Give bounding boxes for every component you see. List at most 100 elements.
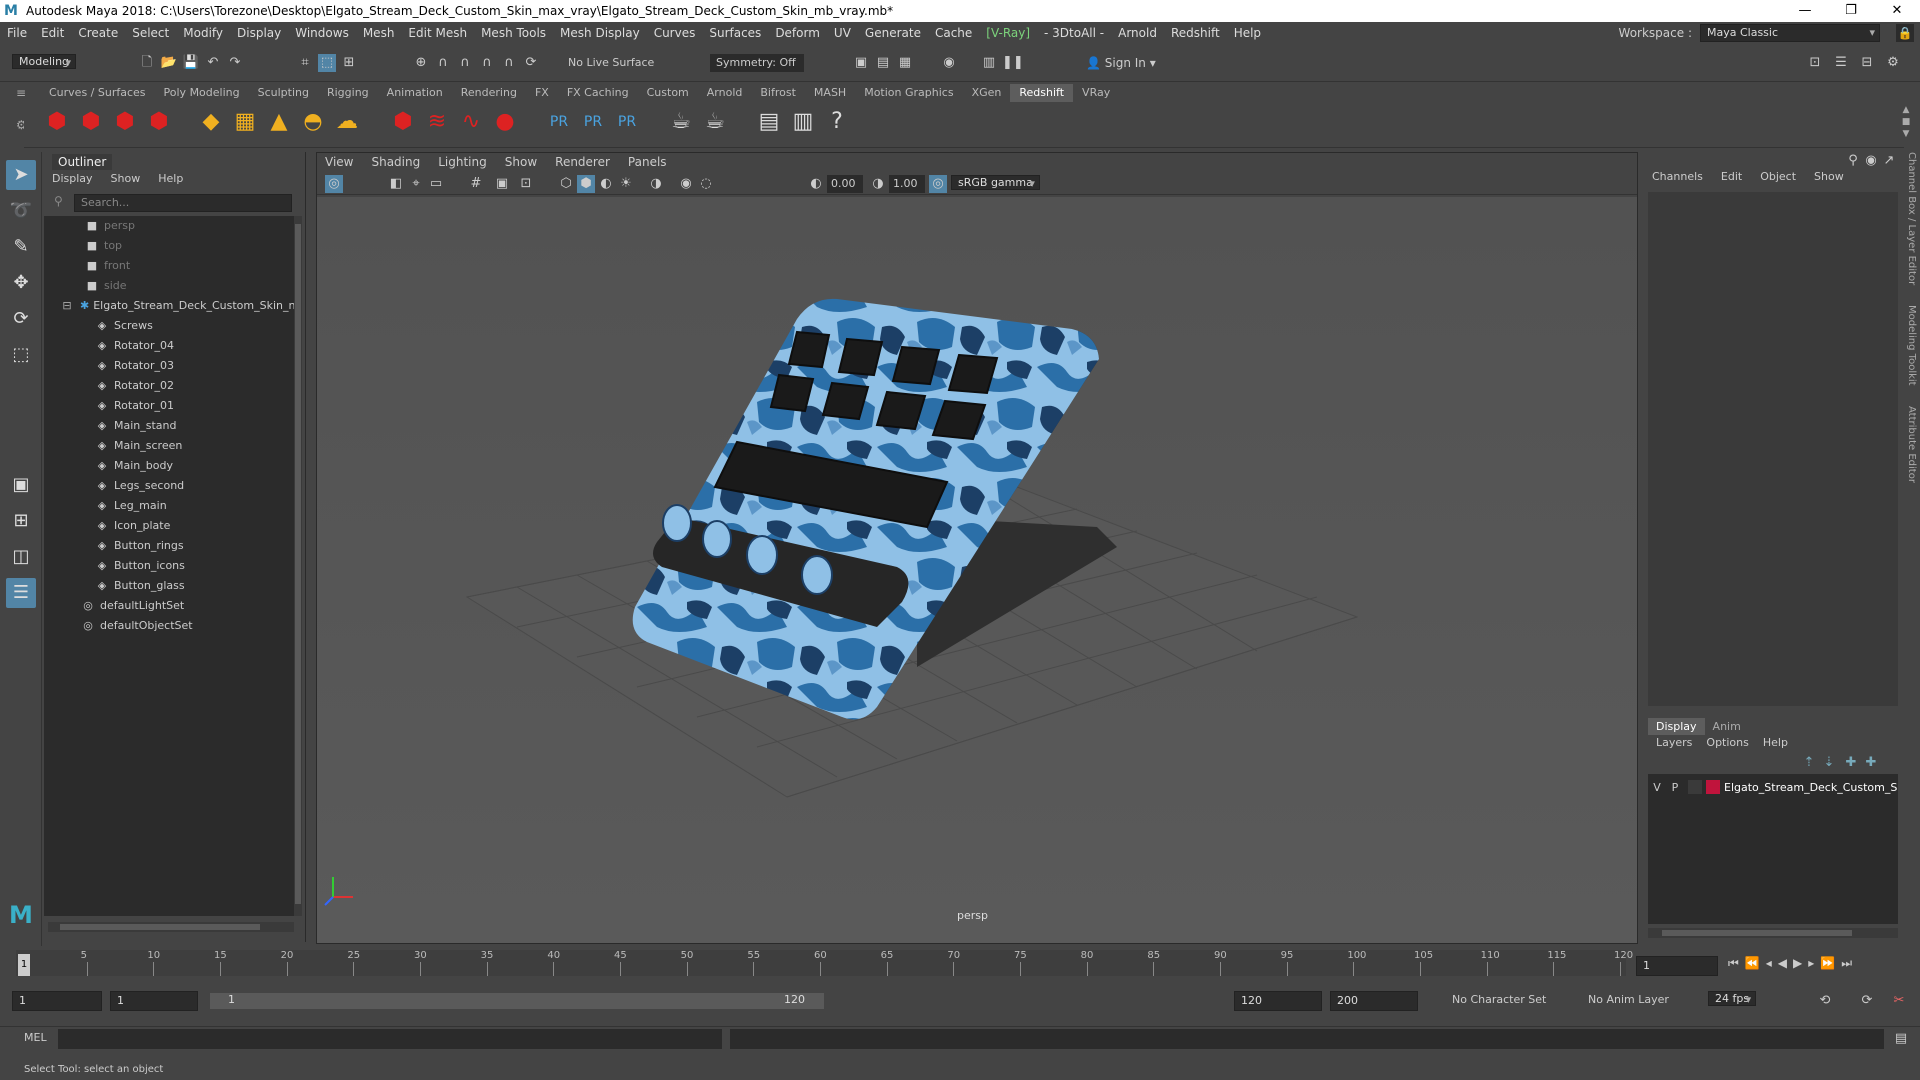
film-gate-icon[interactable]: ▣	[493, 175, 511, 193]
snap-point-icon[interactable]: ∩	[456, 54, 474, 72]
mel-input[interactable]	[58, 1029, 722, 1049]
tree-item-child[interactable]: ◈ Legs_second	[44, 476, 294, 496]
help-icon[interactable]: ?	[822, 104, 852, 140]
outliner-vertical-scrollbar[interactable]	[294, 216, 302, 916]
layer-playback-toggle[interactable]: P	[1666, 781, 1684, 794]
snap-surface-icon[interactable]: ∩	[500, 54, 518, 72]
new-layer-icon[interactable]: ✚	[1842, 754, 1860, 772]
move-tool-icon[interactable]: ✥	[6, 268, 36, 298]
3d-viewport[interactable]: persp	[317, 197, 1637, 943]
menu-create[interactable]: Create	[71, 26, 125, 40]
new-layer-selected-icon[interactable]: ✚	[1862, 754, 1880, 772]
redshift-material-icon[interactable]: ●	[490, 104, 520, 140]
play-forward-icon[interactable]: ▶	[1793, 956, 1802, 971]
step-back-frame-icon[interactable]: ◂	[1766, 956, 1772, 971]
tree-item-child[interactable]: ◈ Button_rings	[44, 536, 294, 556]
layer-color-swatch[interactable]	[1706, 780, 1720, 794]
tab-animation[interactable]: Animation	[378, 84, 452, 102]
render-frame-icon[interactable]: ▣	[852, 54, 870, 72]
channel-box-tab-channels[interactable]: Channels	[1652, 170, 1703, 183]
image-plane-icon[interactable]: ▭	[427, 175, 445, 193]
tree-item-set[interactable]: ◎ defaultObjectSet	[44, 616, 294, 636]
viewport-menu-shading[interactable]: Shading	[371, 155, 420, 169]
viewport-menu-lighting[interactable]: Lighting	[438, 155, 487, 169]
current-frame-field[interactable]: 1	[1636, 956, 1718, 976]
tab-curves-surfaces[interactable]: Curves / Surfaces	[40, 84, 155, 102]
playback-end-field[interactable]: 120	[1234, 991, 1322, 1011]
tree-item-child[interactable]: ◈ Main_stand	[44, 416, 294, 436]
render-settings-icon[interactable]: ▦	[896, 54, 914, 72]
workspace-dropdown[interactable]: Maya Classic	[1700, 24, 1880, 42]
tree-item-persp[interactable]: ■ persp	[44, 216, 294, 236]
side-tab-modeling-toolkit[interactable]: Modeling Toolkit	[1906, 305, 1917, 386]
menu-curves[interactable]: Curves	[647, 26, 703, 40]
grid-icon[interactable]: #	[467, 175, 485, 193]
gamma-icon[interactable]: ◑	[869, 175, 887, 193]
menu-file[interactable]: File	[0, 26, 34, 40]
fps-dropdown[interactable]: 24 fps	[1708, 991, 1757, 1006]
layer-menu-layers[interactable]: Layers	[1656, 736, 1692, 749]
bookmark-icon[interactable]: ⌖	[407, 175, 425, 193]
redshift-ipr-icon[interactable]: ⬢	[110, 104, 140, 140]
tree-item-child[interactable]: ◈ Rotator_03	[44, 356, 294, 376]
side-tab-attribute-editor[interactable]: Attribute Editor	[1906, 406, 1917, 483]
snap-vertex-icon[interactable]: ⟳	[522, 54, 540, 72]
lasso-tool-icon[interactable]: ➰	[6, 196, 36, 226]
toggle-channel-box-icon[interactable]: ⚲	[1844, 152, 1862, 170]
menu-generate[interactable]: Generate	[858, 26, 928, 40]
tree-item-child[interactable]: ◈ Main_body	[44, 456, 294, 476]
outliner-search-input[interactable]: Search...	[74, 194, 292, 212]
tab-vray[interactable]: VRay	[1073, 84, 1119, 102]
menu-select[interactable]: Select	[125, 26, 176, 40]
layer-name[interactable]: Elgato_Stream_Deck_Custom_S	[1724, 781, 1897, 794]
textured-icon[interactable]: ◐	[597, 175, 615, 193]
viewport-menu-renderer[interactable]: Renderer	[555, 155, 610, 169]
rotate-tool-icon[interactable]: ⟳	[6, 304, 36, 334]
exposure-icon[interactable]: ◐	[807, 175, 825, 193]
tree-item-front[interactable]: ■ front	[44, 256, 294, 276]
outliner-tree[interactable]: ■ persp ■ top ■ front ■ side ⊟ ✱ Elgato_Stream…	[44, 216, 302, 916]
redshift-pr-icon-2[interactable]: PR	[578, 104, 608, 140]
outliner-menu-help[interactable]: Help	[158, 172, 183, 185]
layer-row[interactable]: V P Elgato_Stream_Deck_Custom_S	[1648, 778, 1898, 796]
animation-start-field[interactable]: 1	[12, 991, 102, 1011]
go-to-end-icon[interactable]: ⏭	[1841, 956, 1852, 971]
minimize-button[interactable]: —	[1782, 0, 1828, 22]
channel-box-content[interactable]	[1648, 192, 1898, 706]
tree-item-child[interactable]: ◈ Rotator_04	[44, 336, 294, 356]
menu-cache[interactable]: Cache	[928, 26, 979, 40]
mel-label[interactable]: MEL	[24, 1031, 47, 1044]
mode-dropdown[interactable]: Modeling	[12, 54, 77, 69]
range-bar[interactable]: 1 120	[210, 993, 824, 1009]
log-icon[interactable]: ▥	[788, 104, 818, 140]
teapot-icon-2[interactable]: ☕	[700, 104, 730, 140]
open-scene-icon[interactable]: 📂	[160, 54, 178, 72]
select-hierarchy-icon[interactable]: ⌗	[296, 54, 314, 72]
step-forward-key-icon[interactable]: ⏩	[1820, 956, 1835, 971]
layer-tab-display[interactable]: Display	[1648, 718, 1705, 735]
gamma-field[interactable]: 1.00	[889, 175, 925, 193]
sign-in-button[interactable]: 👤 Sign In ▾	[1082, 54, 1198, 72]
isolate-select-icon[interactable]: ◉	[677, 175, 695, 193]
play-backward-icon[interactable]: ◀	[1778, 956, 1787, 971]
move-layer-up-icon[interactable]: ⇡	[1800, 754, 1818, 772]
tree-item-child[interactable]: ◈ Button_glass	[44, 576, 294, 596]
menu-display[interactable]: Display	[230, 26, 288, 40]
menu-deform[interactable]: Deform	[768, 26, 827, 40]
menu-help[interactable]: Help	[1227, 26, 1268, 40]
tree-item-child[interactable]: ◈ Rotator_02	[44, 376, 294, 396]
channel-box-icon[interactable]: ☰	[1832, 54, 1850, 72]
hypershade-icon[interactable]: ◉	[940, 54, 958, 72]
four-view-layout-icon[interactable]: ⊞	[6, 506, 36, 536]
playback-start-field[interactable]: 1	[110, 991, 198, 1011]
layer-scrollbar[interactable]	[1648, 928, 1898, 938]
tab-fx-caching[interactable]: FX Caching	[558, 84, 638, 102]
snap-view-icon[interactable]: ∩	[478, 54, 496, 72]
animation-end-field[interactable]: 200	[1330, 991, 1418, 1011]
layer-visibility-toggle[interactable]: V	[1648, 781, 1666, 794]
tree-item-child[interactable]: ◈ Leg_main	[44, 496, 294, 516]
tree-item-child[interactable]: ◈ Main_screen	[44, 436, 294, 456]
tree-item-child[interactable]: ◈ Rotator_01	[44, 396, 294, 416]
step-forward-frame-icon[interactable]: ▸	[1808, 956, 1814, 971]
redshift-sun-light-icon[interactable]: ☁	[332, 104, 362, 140]
